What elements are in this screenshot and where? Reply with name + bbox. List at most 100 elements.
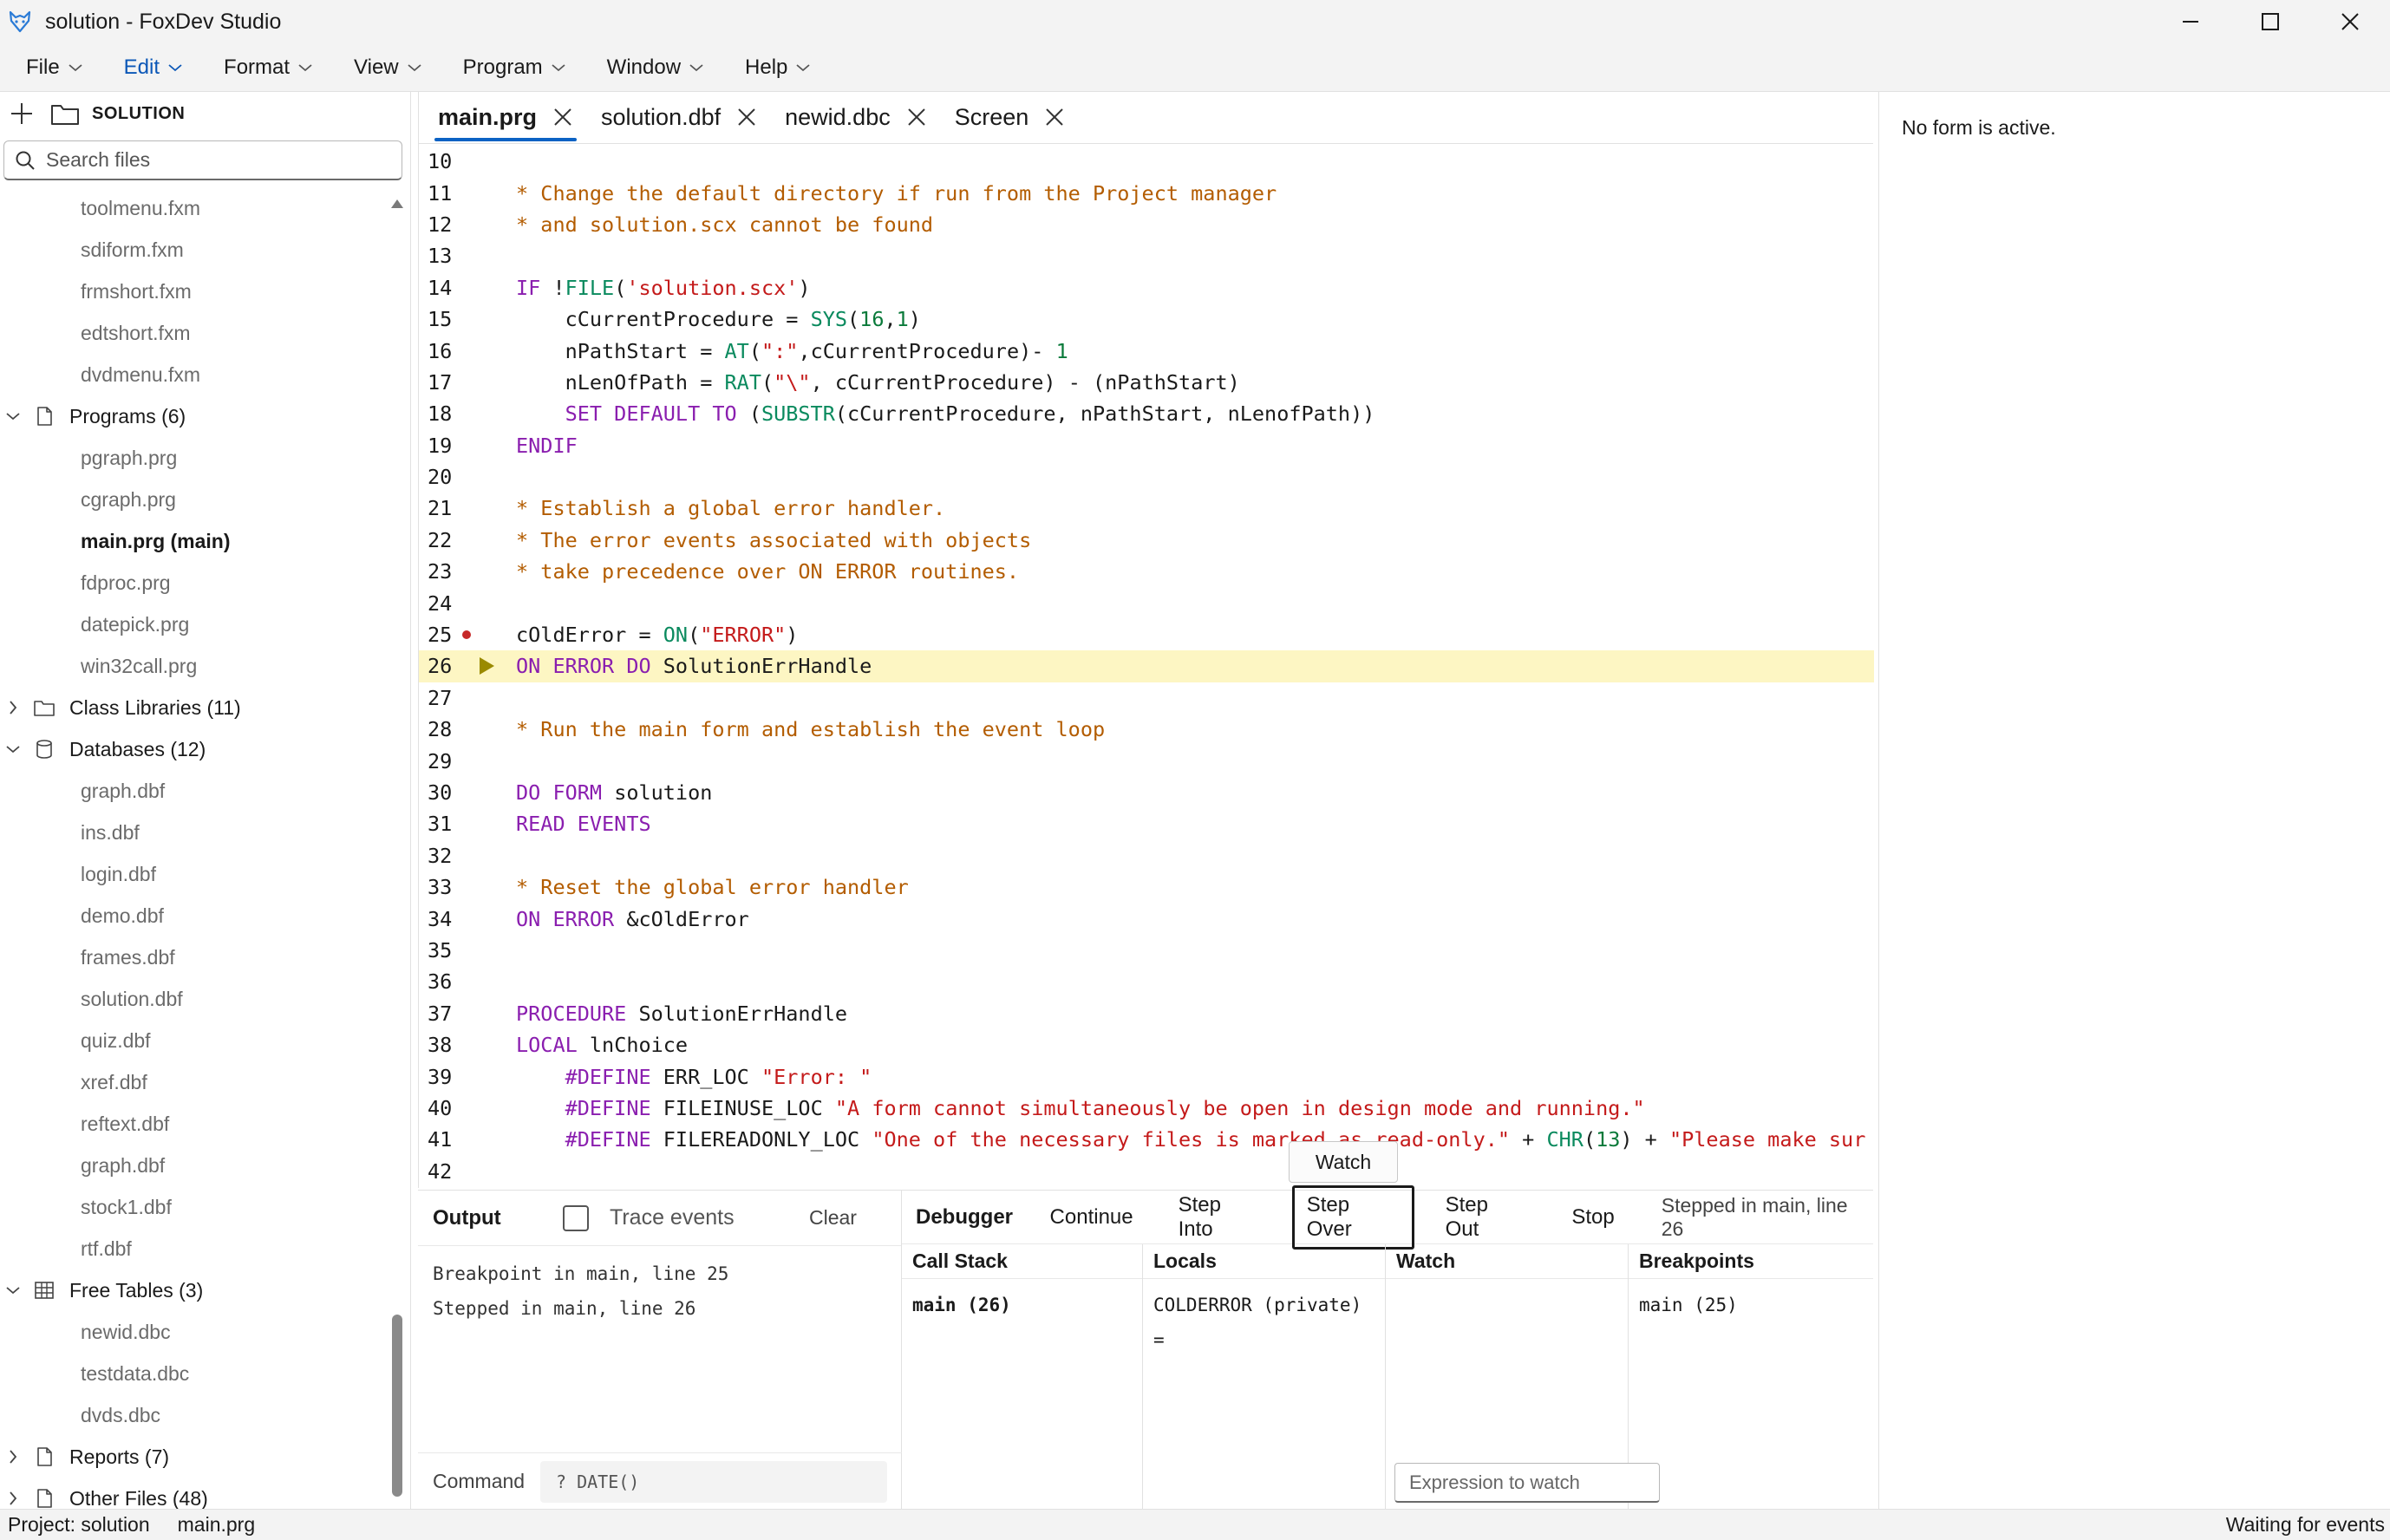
close-tab-icon[interactable] — [552, 107, 573, 127]
line-number[interactable]: 23 — [419, 559, 469, 584]
tree-group-reports[interactable]: Reports (7) — [0, 1436, 390, 1478]
code-line[interactable]: 20 — [419, 461, 1874, 493]
tree-item-file[interactable]: login.dbf — [0, 853, 390, 895]
line-number[interactable]: 14 — [419, 276, 469, 300]
line-number[interactable]: 36 — [419, 969, 469, 994]
line-number[interactable]: 40 — [419, 1096, 469, 1120]
line-number[interactable]: 24 — [419, 591, 469, 616]
tree-item-file[interactable]: xref.dbf — [0, 1061, 390, 1103]
menu-help[interactable]: Help — [719, 43, 826, 92]
line-number[interactable]: 33 — [419, 875, 469, 899]
code-line[interactable]: 19 ENDIF — [419, 430, 1874, 461]
menu-window[interactable]: Window — [581, 43, 719, 92]
tree-group-databases[interactable]: Databases (12) — [0, 728, 390, 770]
command-input[interactable] — [540, 1460, 887, 1503]
menu-edit[interactable]: Edit — [98, 43, 198, 92]
tree-item-file[interactable]: toolmenu.fxm — [0, 187, 390, 229]
code-line[interactable]: 13 — [419, 240, 1874, 271]
code-line[interactable]: 31 READ EVENTS — [419, 808, 1874, 839]
close-window-button[interactable] — [2310, 0, 2390, 43]
code-area[interactable]: 10 11 * Change the default directory if ru… — [419, 146, 1874, 1186]
tree-item-file[interactable]: cgraph.prg — [0, 479, 390, 520]
line-number[interactable]: 20 — [419, 465, 469, 489]
line-number[interactable]: 27 — [419, 686, 469, 710]
tree-group-programs[interactable]: Programs (6) — [0, 395, 390, 437]
stop-button[interactable]: Stop — [1557, 1198, 1628, 1237]
tree-item-file[interactable]: solution.dbf — [0, 978, 390, 1020]
code-line[interactable]: 41 #DEFINE FILEREADONLY_LOC "One of the … — [419, 1124, 1874, 1155]
line-number[interactable]: 37 — [419, 1002, 469, 1026]
tab-main-prg[interactable]: main.prg — [424, 91, 587, 143]
line-number[interactable]: 35 — [419, 938, 469, 962]
trace-events-checkbox[interactable] — [563, 1204, 589, 1231]
code-line[interactable]: 11 * Change the default directory if run … — [419, 177, 1874, 208]
tree-item-main-program[interactable]: main.prg (main) — [0, 520, 390, 562]
line-number[interactable]: 26 — [419, 654, 469, 678]
code-line[interactable]: 42 — [419, 1156, 1874, 1187]
folder-icon[interactable] — [50, 101, 80, 127]
tree-item-file[interactable]: demo.dbf — [0, 895, 390, 936]
code-line[interactable]: 25 cOldError = ON("ERROR") — [419, 619, 1874, 650]
tree-item-file[interactable]: reftext.dbf — [0, 1103, 390, 1145]
code-line[interactable]: 29 — [419, 745, 1874, 776]
tree-item-file[interactable]: ins.dbf — [0, 812, 390, 853]
tree-item-file[interactable]: dvdmenu.fxm — [0, 354, 390, 395]
search-box[interactable] — [3, 140, 402, 180]
maximize-button[interactable] — [2230, 0, 2310, 43]
call-stack-entry[interactable]: main (26) — [902, 1279, 1142, 1331]
code-line[interactable]: 34 ON ERROR &cOldError — [419, 903, 1874, 934]
line-number[interactable]: 11 — [419, 181, 469, 206]
gutter[interactable] — [462, 630, 516, 640]
line-number[interactable]: 29 — [419, 749, 469, 773]
code-line[interactable]: 12 * and solution.scx cannot be found — [419, 209, 1874, 240]
code-line[interactable]: 18 SET DEFAULT TO (SUBSTR(cCurrentProced… — [419, 398, 1874, 429]
sidebar-scrollbar[interactable] — [390, 187, 404, 1505]
code-line[interactable]: 27 — [419, 682, 1874, 714]
tree-item-file[interactable]: newid.dbc — [0, 1311, 390, 1353]
code-line[interactable]: 28 * Run the main form and establish the … — [419, 714, 1874, 745]
breakpoint-icon[interactable] — [462, 630, 471, 640]
line-number[interactable]: 13 — [419, 244, 469, 268]
code-line[interactable]: 33 * Reset the global error handler — [419, 871, 1874, 903]
line-number[interactable]: 18 — [419, 401, 469, 426]
line-number[interactable]: 32 — [419, 844, 469, 868]
gutter[interactable] — [469, 657, 516, 675]
line-number[interactable]: 42 — [419, 1159, 469, 1184]
tab-solution-dbf[interactable]: solution.dbf — [587, 91, 771, 143]
code-line[interactable]: 39 #DEFINE ERR_LOC "Error: " — [419, 1060, 1874, 1092]
scrollbar-thumb[interactable] — [392, 1315, 402, 1497]
line-number[interactable]: 21 — [419, 496, 469, 520]
code-line[interactable]: 23 * take precedence over ON ERROR routin… — [419, 556, 1874, 587]
tree-item-file[interactable]: dvds.dbc — [0, 1394, 390, 1436]
tree-item-file[interactable]: rtf.dbf — [0, 1228, 390, 1269]
tree-item-file[interactable]: graph.dbf — [0, 770, 390, 812]
line-number[interactable]: 16 — [419, 339, 469, 363]
scroll-up-icon[interactable] — [390, 198, 404, 210]
code-line[interactable]: 38 LOCAL lnChoice — [419, 1029, 1874, 1060]
code-line[interactable]: 30 DO FORM solution — [419, 777, 1874, 808]
add-icon[interactable] — [9, 101, 35, 127]
continue-button[interactable]: Continue — [1036, 1198, 1147, 1237]
close-tab-icon[interactable] — [736, 107, 757, 127]
tab-screen[interactable]: Screen — [941, 91, 1080, 143]
tree-item-file[interactable]: pgraph.prg — [0, 437, 390, 479]
line-number[interactable]: 39 — [419, 1065, 469, 1089]
line-number[interactable]: 12 — [419, 212, 469, 237]
line-number[interactable]: 31 — [419, 812, 469, 836]
line-number[interactable]: 38 — [419, 1033, 469, 1057]
code-line[interactable]: 21 * Establish a global error handler. — [419, 493, 1874, 524]
tree-item-file[interactable]: edtshort.fxm — [0, 312, 390, 354]
close-tab-icon[interactable] — [906, 107, 927, 127]
watch-button[interactable]: Watch — [1289, 1141, 1398, 1183]
breakpoint-entry[interactable]: main (25) — [1629, 1279, 1873, 1331]
line-number[interactable]: 15 — [419, 307, 469, 331]
menu-file[interactable]: File — [0, 43, 98, 92]
step-over-button[interactable]: Step Over — [1291, 1184, 1414, 1250]
code-line[interactable]: 36 — [419, 966, 1874, 997]
tree-item-file[interactable]: frmshort.fxm — [0, 271, 390, 312]
line-number[interactable]: 28 — [419, 717, 469, 741]
tree-item-file[interactable]: testdata.dbc — [0, 1353, 390, 1394]
code-line[interactable]: 14 IF !FILE('solution.scx') — [419, 272, 1874, 303]
close-tab-icon[interactable] — [1044, 107, 1065, 127]
clear-output-button[interactable]: Clear — [809, 1206, 857, 1230]
